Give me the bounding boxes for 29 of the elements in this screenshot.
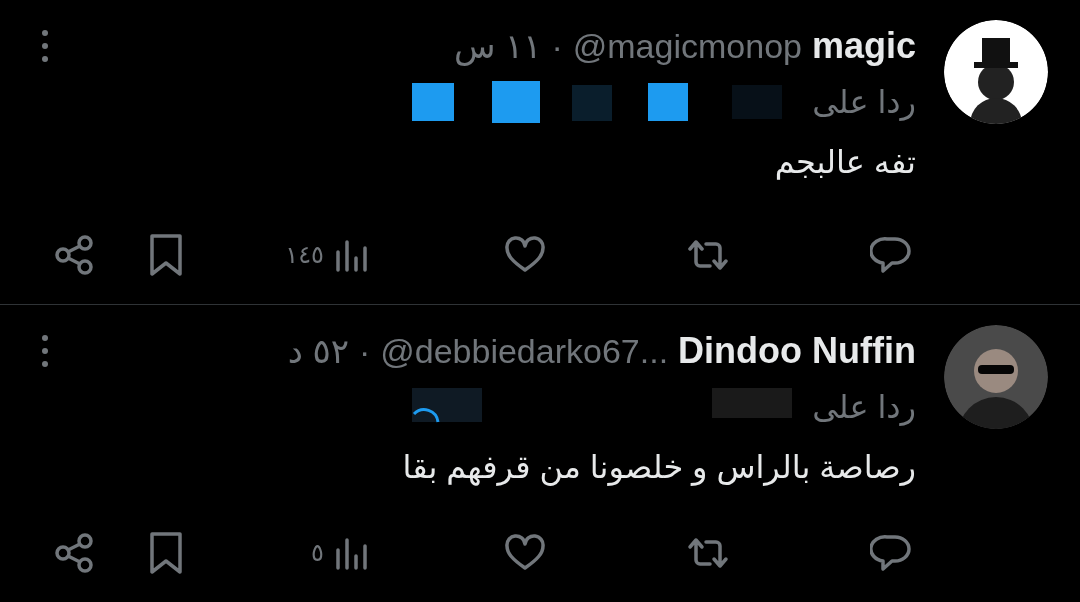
user-name[interactable]: Dindoo Nuffin: [678, 324, 916, 378]
post-time[interactable]: ٥٢ د: [287, 325, 349, 377]
reply-icon[interactable]: [869, 534, 912, 572]
separator: ·: [358, 330, 371, 372]
reply-label: ردا على: [812, 388, 916, 428]
share-icon[interactable]: [54, 235, 94, 275]
post-time[interactable]: ١١ س: [453, 20, 542, 72]
retweet-icon[interactable]: [685, 535, 730, 571]
views-icon[interactable]: [334, 536, 370, 570]
retweet-icon[interactable]: [685, 237, 730, 273]
user-name[interactable]: magic: [811, 19, 916, 73]
share-icon[interactable]: [54, 533, 94, 573]
user-handle[interactable]: @debbiedarko67...: [380, 325, 669, 377]
heart-icon[interactable]: [503, 534, 546, 572]
view-count: ٥: [311, 538, 324, 568]
user-handle[interactable]: @magicmonop: [572, 20, 802, 72]
heart-icon[interactable]: [503, 236, 546, 274]
bookmark-icon[interactable]: [149, 531, 183, 575]
separator: ·: [551, 25, 563, 67]
post-text: تفه عالبجم: [773, 143, 916, 182]
view-count: ١٤٥: [285, 240, 324, 270]
views-icon[interactable]: [334, 238, 370, 272]
reply-label: ردا على: [812, 83, 916, 123]
more-icon[interactable]: [40, 334, 50, 368]
avatar[interactable]: [944, 20, 1048, 124]
bookmark-icon[interactable]: [149, 233, 183, 277]
post-text: رصاصة بالراس و خلصونا من قرفهم بقا: [401, 448, 916, 488]
more-icon[interactable]: [40, 29, 50, 63]
reply-icon[interactable]: [869, 236, 912, 274]
